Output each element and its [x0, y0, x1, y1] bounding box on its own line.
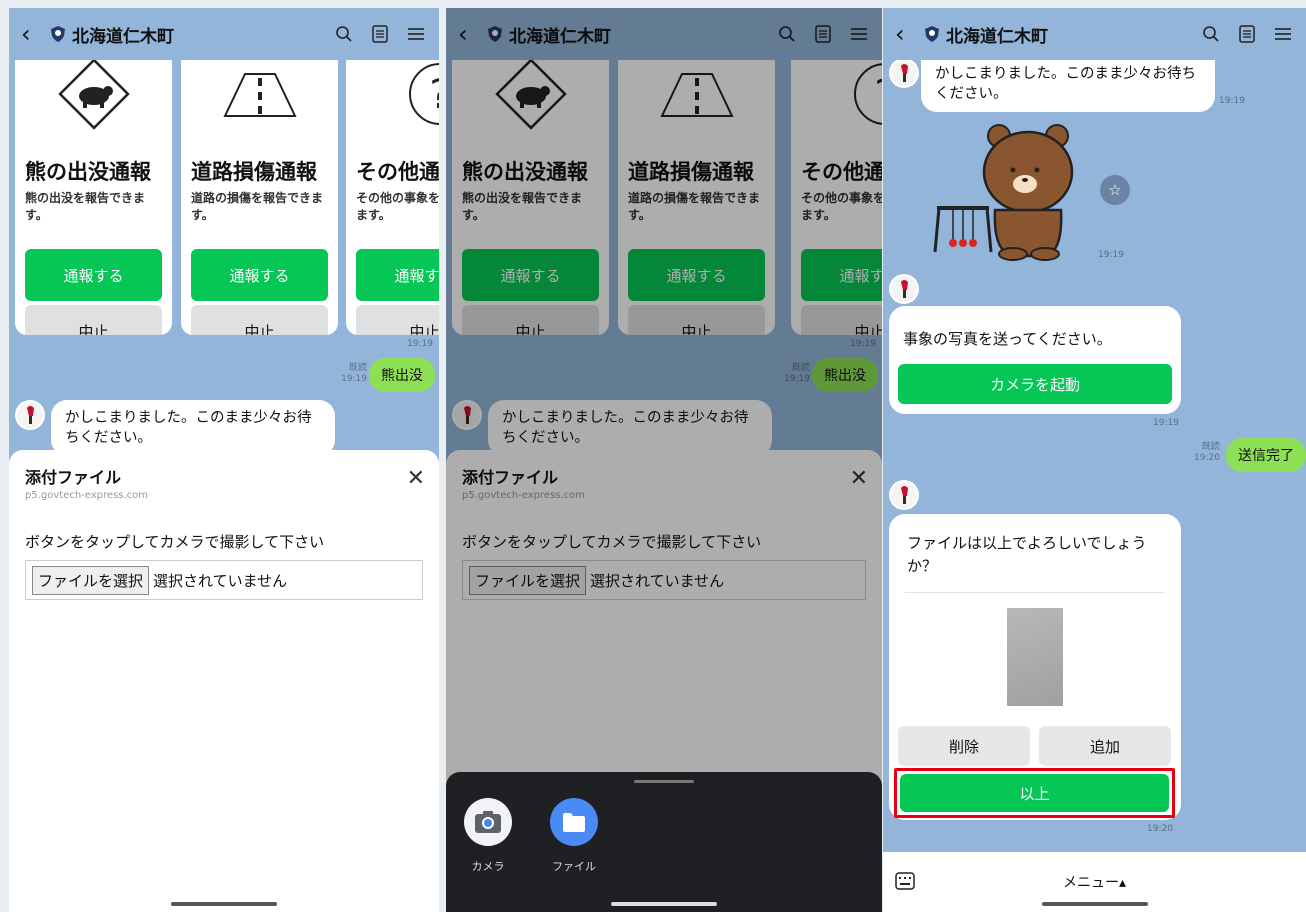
back-icon[interactable]: ‹ [895, 20, 921, 48]
camera-option[interactable]: カメラ [458, 798, 518, 874]
read-receipt: 既読 19:19 [341, 363, 367, 385]
bear-sign-icon [25, 50, 162, 138]
chat-title: 北海道仁木町 [946, 26, 1048, 47]
done-button[interactable]: 以上 [900, 774, 1169, 812]
bot-message: かしこまりました。このまま少々お待ちください。 [921, 56, 1215, 112]
card-bear-report: 熊の出没通報 熊の出没を報告できます。 通報する 中止 [15, 50, 172, 335]
delete-button[interactable]: 削除 [898, 726, 1030, 766]
timestamp: 19:19 [341, 374, 367, 384]
camera-icon [464, 798, 512, 846]
report-button[interactable]: 通報する [191, 249, 328, 301]
card-title: 熊の出没通報 [25, 160, 151, 184]
bear-sticker[interactable] [933, 122, 1083, 262]
home-indicator[interactable] [1041, 902, 1148, 906]
cancel-button[interactable]: 中止 [191, 305, 328, 335]
attachment-sheet: 添付ファイル p5.govtech-express.com ✕ ボタンをタップし… [9, 450, 439, 912]
drag-handle[interactable] [634, 780, 694, 783]
notes-icon[interactable] [1236, 23, 1258, 45]
favorite-star-icon[interactable]: ☆ [1100, 175, 1130, 205]
user-message-bear: 熊出没 [369, 358, 435, 392]
launch-camera-button[interactable]: カメラを起動 [898, 364, 1172, 404]
files-option-label: ファイル [552, 860, 596, 873]
read-label: 既読 [1201, 442, 1220, 452]
search-icon[interactable] [333, 23, 355, 45]
phone-screen-3: ‹ 北海道仁木町 かしこまりました。このまま少々お待ちください。 19:19 ☆… [883, 8, 1306, 912]
home-indicator[interactable] [171, 902, 277, 906]
read-label: 既読 [348, 363, 367, 373]
card-other-report: ? その他通報 その他の事象を報告できます。 通報する 中止 [346, 50, 439, 335]
photo-request-text: 事象の写真を送ってください。 [903, 330, 1112, 348]
choose-file-button[interactable]: ファイルを選択 [32, 565, 150, 595]
chat-header: ‹ 北海道仁木町 [883, 8, 1306, 60]
phone-screen-1: ‹ 北海道仁木町 熊の出没通報 熊の出没を報告できます。 通報する 中止 道路損… [9, 8, 439, 912]
home-indicator[interactable] [611, 902, 717, 906]
phone-screen-2: ‹ 北海道仁木町 熊の出没通報 熊の出没を報告できます。 通報する 中止 道路損… [446, 8, 882, 912]
shield-icon [925, 26, 939, 42]
bot-avatar[interactable] [889, 58, 919, 88]
camera-option-label: カメラ [471, 860, 505, 873]
bot-avatar[interactable] [889, 274, 919, 304]
road-icon [191, 50, 328, 138]
read-receipt: 既読 19:20 [1194, 442, 1220, 464]
timestamp: 19:20 [1147, 824, 1173, 834]
photo-thumbnail[interactable] [1007, 608, 1063, 706]
add-button[interactable]: 追加 [1039, 726, 1171, 766]
card-description: その他の事象を報告できます。 [356, 191, 439, 222]
file-source-picker: カメラ ファイル [446, 772, 882, 912]
confirm-files-card: ファイルは以上でよろしいでしょうか？ 削除 追加 以上 [889, 514, 1181, 820]
menu-icon[interactable] [405, 23, 427, 45]
notes-icon[interactable] [369, 23, 391, 45]
rich-menu-toggle[interactable]: メニュー▴ [1063, 872, 1126, 892]
sheet-title: 添付ファイル [25, 468, 122, 487]
card-description: 熊の出没を報告できます。 [25, 191, 146, 222]
cancel-button[interactable]: 中止 [356, 305, 439, 335]
chat-title: 北海道仁木町 [72, 26, 174, 47]
card-title: 道路損傷通報 [191, 160, 317, 184]
back-icon[interactable]: ‹ [21, 20, 47, 48]
divider [905, 592, 1165, 593]
keyboard-icon[interactable] [895, 872, 915, 894]
files-option[interactable]: ファイル [544, 798, 604, 874]
file-status: 選択されていません [153, 571, 288, 590]
confirm-question: ファイルは以上でよろしいでしょうか？ [907, 534, 1147, 575]
report-button[interactable]: 通報する [25, 249, 162, 301]
timestamp: 19:19 [1219, 96, 1245, 106]
svg-text:?: ? [429, 72, 439, 118]
report-button[interactable]: 通報する [356, 249, 439, 301]
chat-header: ‹ 北海道仁木町 [9, 8, 439, 60]
photo-request-card: 事象の写真を送ってください。 カメラを起動 [889, 306, 1181, 414]
bot-message: かしこまりました。このまま少々お待ちください。 [51, 400, 335, 456]
card-description: 道路の損傷を報告できます。 [191, 191, 324, 222]
cancel-button[interactable]: 中止 [25, 305, 162, 335]
chat-footer: メニュー▴ [883, 852, 1306, 912]
sheet-url: p5.govtech-express.com [25, 490, 149, 501]
report-cards: 熊の出没通報 熊の出没を報告できます。 通報する 中止 道路損傷通報 道路の損傷… [9, 50, 439, 340]
card-road-report: 道路損傷通報 道路の損傷を報告できます。 通報する 中止 [181, 50, 338, 335]
question-icon: ? [356, 50, 439, 138]
shield-icon [51, 26, 65, 42]
file-input[interactable]: ファイルを選択 選択されていません [25, 560, 423, 600]
bot-avatar[interactable] [15, 400, 45, 430]
bot-avatar[interactable] [889, 480, 919, 510]
close-icon[interactable]: ✕ [407, 466, 425, 491]
timestamp: 19:19 [1098, 250, 1124, 260]
card-title: その他通報 [356, 160, 439, 184]
menu-icon[interactable] [1272, 23, 1294, 45]
timestamp: 19:20 [1194, 453, 1220, 463]
timestamp: 19:19 [1153, 418, 1179, 428]
folder-icon [550, 798, 598, 846]
user-message-sent: 送信完了 [1226, 438, 1306, 472]
camera-prompt: ボタンをタップしてカメラで撮影して下さい [25, 533, 325, 551]
timestamp: 19:19 [407, 339, 433, 349]
search-icon[interactable] [1200, 23, 1222, 45]
screenshot-stage: ‹ 北海道仁木町 熊の出没通報 熊の出没を報告できます。 通報する 中止 道路損… [0, 0, 1306, 912]
